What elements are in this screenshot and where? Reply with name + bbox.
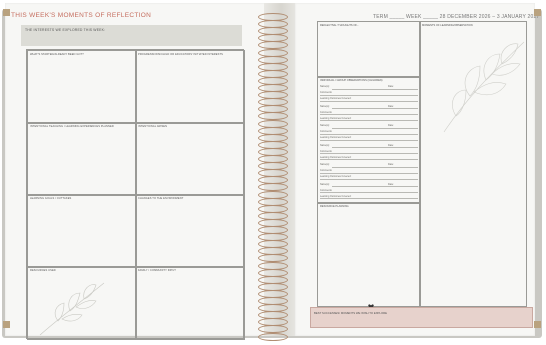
reflective-thoughts-box[interactable]: REFLECTIVE / THOUGHTS OF... <box>317 21 421 78</box>
entry-name-label: Name(s): <box>320 124 330 127</box>
writing-line[interactable] <box>320 120 418 121</box>
spiral-ring <box>258 332 288 341</box>
week-header: TERM _____ WEEK _____ 28 DECEMBER 2026 –… <box>373 14 540 20</box>
writing-line[interactable] <box>320 198 418 199</box>
entry-name-label: Name(s): <box>320 182 330 186</box>
reflection-cell[interactable]: LEARNING GOALS / OUTTAKES <box>27 194 137 268</box>
entry-name-label: Name(s): <box>320 104 330 108</box>
writing-line[interactable] <box>320 178 418 180</box>
page-title: THIS WEEK'S MOMENTS OF REFLECTION <box>11 12 152 19</box>
cell-label: INTENTIONAL ARISEN <box>138 125 168 128</box>
writing-line[interactable] <box>320 172 418 174</box>
right-page: TERM _____ WEEK _____ 28 DECEMBER 2026 –… <box>295 3 539 336</box>
box-label: REFLECTIVE / THOUGHTS OF... <box>320 24 359 27</box>
entry-name-label: Name(s): <box>320 143 330 147</box>
cell-label: PROGRESSIONS/CHILD OR EDUCATORS' INITIAT… <box>138 53 223 56</box>
reflection-cell[interactable]: RESOURCES USED <box>27 266 137 340</box>
writing-line[interactable] <box>320 94 418 96</box>
box-label: MOMENTS OF LEARNING/OBSERVATION <box>422 24 473 27</box>
writing-line[interactable] <box>332 186 418 187</box>
writing-line[interactable] <box>320 114 418 115</box>
interests-explored-box[interactable]: THE INTERESTS WE EXPLORED THIS WEEK: <box>21 25 242 46</box>
writing-line[interactable] <box>332 108 418 109</box>
writing-line[interactable] <box>320 100 418 102</box>
best-successes-label: BEST SUCCESSES/ MOMENTS WE WISH TO EXPLO… <box>314 311 388 315</box>
cell-label: RESOURCES USED <box>30 269 56 272</box>
leaf-illustration-icon <box>443 41 525 133</box>
best-successes-box[interactable]: BEST SUCCESSES/ MOMENTS WE WISH TO EXPLO… <box>310 307 533 328</box>
reflection-cell[interactable]: WHAT'S STARTED/ALREADY BEEN GOT? <box>27 50 137 124</box>
reflection-cell[interactable]: INTENTIONAL TEACHING / LEARNING EXPERIEN… <box>27 122 137 196</box>
entry-name-label: Name(s): <box>320 163 330 166</box>
left-page: THIS WEEK'S MOMENTS OF REFLECTION THE IN… <box>5 3 267 340</box>
interests-explored-label: THE INTERESTS WE EXPLORED THIS WEEK: <box>25 28 106 32</box>
writing-line[interactable] <box>320 159 418 160</box>
cell-label: WHAT'S STARTED/ALREADY BEEN GOT? <box>30 53 84 56</box>
writing-line[interactable] <box>332 147 418 148</box>
reflection-grid: WHAT'S STARTED/ALREADY BEEN GOT? PROGRES… <box>26 49 245 340</box>
observations-box[interactable]: INDIVIDUAL / GROUP OBSERVATIONS (CHILDRE… <box>317 76 421 204</box>
cell-label: FAMILY / COMMUNITY INPUT <box>138 269 176 272</box>
reflection-cell[interactable]: FAMILY / COMMUNITY INPUT <box>135 266 245 340</box>
writing-line[interactable] <box>320 153 418 154</box>
entry-name-label: Name(s): <box>320 85 330 88</box>
corner-protector-icon <box>534 321 541 328</box>
writing-line[interactable] <box>320 133 418 135</box>
cell-label: LEARNING GOALS / OUTTAKES <box>30 197 72 200</box>
corner-protector-icon <box>534 9 541 16</box>
reflection-cell[interactable]: CHANGES TO THE ENVIRONMENT <box>135 194 245 268</box>
writing-line[interactable] <box>332 166 418 168</box>
box-label: RESOURCE PLANNING <box>320 205 349 208</box>
reflection-cell[interactable]: INTENTIONAL ARISEN <box>135 122 245 196</box>
leaf-illustration-icon <box>39 282 105 336</box>
reflection-cell[interactable]: PROGRESSIONS/CHILD OR EDUCATORS' INITIAT… <box>135 50 245 124</box>
box-label: INDIVIDUAL / GROUP OBSERVATIONS (CHILDRE… <box>320 79 383 82</box>
writing-line[interactable] <box>332 88 418 90</box>
writing-line[interactable] <box>320 139 418 141</box>
corner-protector-icon <box>3 321 10 328</box>
writing-line[interactable] <box>320 192 418 193</box>
cell-label: CHANGES TO THE ENVIRONMENT <box>138 197 184 200</box>
resource-planning-box[interactable]: RESOURCE PLANNING <box>317 202 421 307</box>
writing-line[interactable] <box>332 127 418 129</box>
planner: THIS WEEK'S MOMENTS OF REFLECTION THE IN… <box>2 3 542 341</box>
corner-protector-icon <box>3 9 10 16</box>
cell-label: INTENTIONAL TEACHING / LEARNING EXPERIEN… <box>30 125 114 128</box>
moments-of-learning-box[interactable]: MOMENTS OF LEARNING/OBSERVATION <box>419 21 527 307</box>
